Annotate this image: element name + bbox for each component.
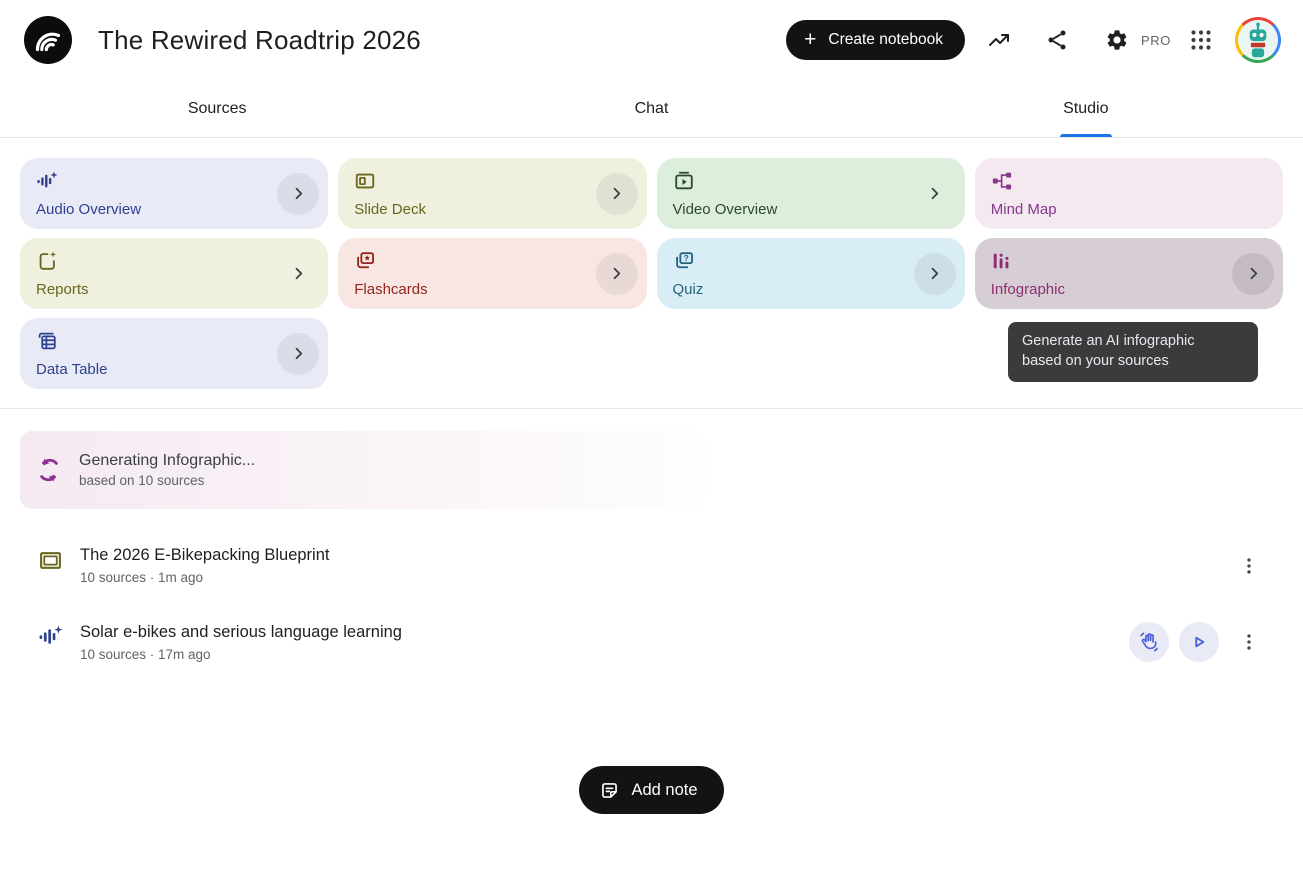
generating-infographic-item: Generating Infographic... based on 10 so…: [20, 431, 705, 509]
section-divider: [0, 408, 1303, 409]
sync-spinner-icon: [36, 457, 62, 483]
settings-gear-icon[interactable]: [1093, 16, 1141, 64]
artifact-row-audio-overview[interactable]: Solar e-bikes and serious language learn…: [0, 622, 1303, 662]
play-icon[interactable]: [1179, 622, 1219, 662]
analytics-trending-icon[interactable]: [975, 16, 1023, 64]
account-avatar[interactable]: [1235, 17, 1281, 63]
active-tab-indicator: [1060, 134, 1112, 137]
artifact-meta: 10 sources · 1m ago: [80, 570, 329, 585]
plus-icon: +: [804, 29, 816, 50]
more-menu-icon[interactable]: [1231, 548, 1267, 584]
quiz-question-card-icon: ?: [673, 250, 695, 272]
data-table-icon: [36, 330, 58, 352]
notebook-title[interactable]: The Rewired Roadtrip 2026: [98, 25, 421, 56]
card-data-table[interactable]: Data Table: [20, 318, 328, 389]
report-sparkle-icon: [36, 250, 58, 272]
more-menu-icon[interactable]: [1231, 624, 1267, 660]
card-reports[interactable]: Reports: [20, 238, 328, 309]
chevron-right-icon[interactable]: [277, 333, 319, 375]
chevron-right-icon[interactable]: [277, 253, 319, 295]
tab-studio[interactable]: Studio: [869, 80, 1303, 137]
note-icon: [599, 780, 620, 801]
chevron-right-icon[interactable]: [596, 173, 638, 215]
tab-sources[interactable]: Sources: [0, 80, 434, 137]
add-note-button[interactable]: Add note: [579, 766, 723, 814]
card-infographic[interactable]: Infographic: [975, 238, 1283, 309]
slide-frame-icon: [354, 170, 376, 192]
apps-grid-icon[interactable]: [1177, 16, 1225, 64]
panel-tabs: Sources Chat Studio: [0, 80, 1303, 138]
avatar-robot-image: [1238, 20, 1278, 60]
generating-subtitle: based on 10 sources: [79, 473, 255, 488]
artifact-meta: 10 sources · 17m ago: [80, 647, 402, 662]
pro-badge: PRO: [1141, 33, 1171, 48]
create-notebook-label: Create notebook: [828, 31, 943, 49]
chevron-right-icon[interactable]: [914, 173, 956, 215]
svg-text:?: ?: [683, 253, 688, 263]
generating-title: Generating Infographic...: [79, 452, 255, 470]
audio-waveform-sparkle-icon: [38, 624, 63, 649]
card-quiz[interactable]: ? Quiz: [657, 238, 965, 309]
flashcards-star-icon: [354, 250, 376, 272]
bar-chart-icon: [991, 250, 1013, 272]
mind-map-nodes-icon: [991, 170, 1013, 192]
chevron-right-icon[interactable]: [914, 253, 956, 295]
chevron-right-icon[interactable]: [277, 173, 319, 215]
share-icon[interactable]: [1033, 16, 1081, 64]
card-mind-map[interactable]: Mind Map: [975, 158, 1283, 229]
tab-chat[interactable]: Chat: [434, 80, 868, 137]
app-header: The Rewired Roadtrip 2026 + Create noteb…: [0, 0, 1303, 80]
card-video-overview[interactable]: Video Overview: [657, 158, 965, 229]
create-notebook-button[interactable]: + Create notebook: [786, 20, 965, 60]
card-flashcards[interactable]: Flashcards: [338, 238, 646, 309]
artifact-row-slide-deck[interactable]: The 2026 E-Bikepacking Blueprint 10 sour…: [0, 546, 1303, 585]
slide-frame-icon: [38, 548, 63, 573]
infographic-tooltip: Generate an AI infographic based on your…: [1008, 322, 1258, 382]
chevron-right-icon[interactable]: [596, 253, 638, 295]
notebooklm-logo-icon[interactable]: [24, 16, 72, 64]
video-play-icon: [673, 170, 695, 192]
card-audio-overview[interactable]: Audio Overview: [20, 158, 328, 229]
add-note-label: Add note: [631, 781, 697, 800]
card-slide-deck[interactable]: Slide Deck: [338, 158, 646, 229]
chevron-right-icon[interactable]: [1232, 253, 1274, 295]
artifact-title[interactable]: The 2026 E-Bikepacking Blueprint: [80, 546, 329, 565]
artifact-title[interactable]: Solar e-bikes and serious language learn…: [80, 623, 402, 642]
interactive-mode-icon[interactable]: [1129, 622, 1169, 662]
audio-waveform-sparkle-icon: [36, 170, 58, 192]
